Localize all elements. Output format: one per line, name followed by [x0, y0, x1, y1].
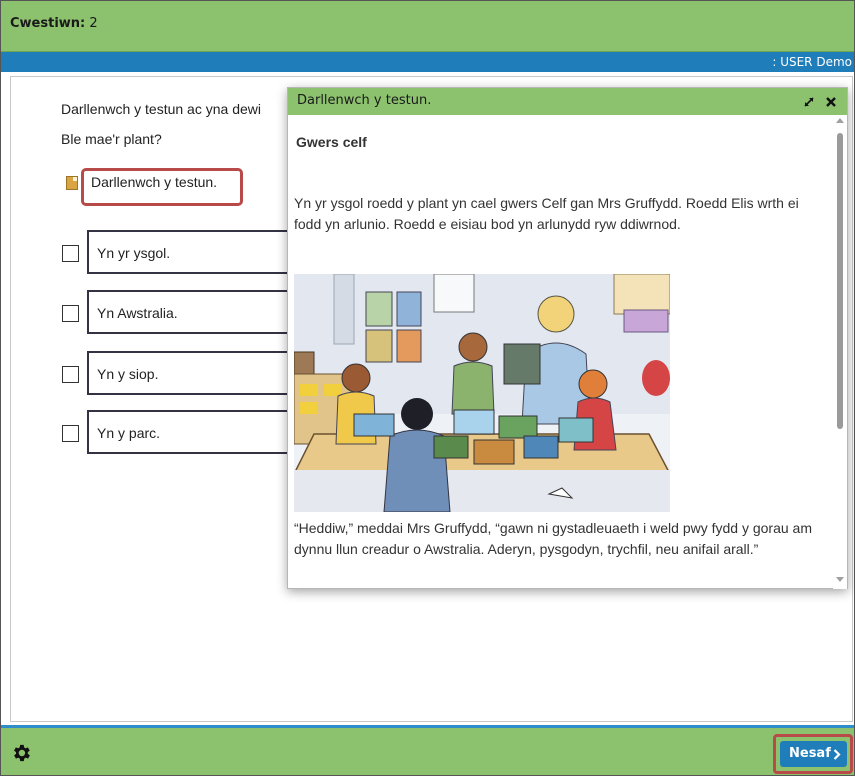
option-label: Yn y siop. [97, 366, 159, 382]
option-label: Yn y parc. [97, 425, 161, 441]
gear-icon[interactable] [10, 742, 32, 764]
story-paragraph-1: Yn yr ysgol roedd y plant yn cael gwers … [294, 195, 799, 232]
option-2[interactable]: Yn Awstralia. [87, 290, 292, 334]
option-4[interactable]: Yn y parc. [87, 410, 292, 454]
footer-bar: Nesaf [1, 725, 854, 775]
chevron-right-icon [833, 749, 841, 760]
scroll-up-arrow[interactable] [836, 118, 844, 123]
document-icon[interactable] [66, 176, 78, 190]
question-text: Ble mae'r plant? [61, 131, 162, 147]
question-label: Cwestiwn: [10, 16, 86, 31]
option-checkbox-3[interactable] [62, 366, 79, 383]
popup-title: Darllenwch y testun. [297, 93, 432, 108]
expand-icon[interactable] [802, 95, 816, 109]
scroll-thumb[interactable] [837, 133, 843, 429]
story-paragraph-2: “Heddiw,” meddai Mrs Gruffydd, “gawn ni … [294, 520, 812, 557]
scroll-down-arrow[interactable] [836, 577, 844, 582]
question-number: 2 [89, 16, 98, 31]
option-checkbox-4[interactable] [62, 425, 79, 442]
header-bar: Cwestiwn: 2 [1, 1, 854, 52]
question-indicator: Cwestiwn: 2 [10, 16, 98, 31]
popup-scrollbar[interactable] [833, 115, 847, 589]
instruction-text: Darllenwch y testun ac yna dewi [61, 101, 261, 117]
reading-popup: Darllenwch y testun. Gwers celf Yn yr ys… [287, 87, 848, 589]
user-bar: : USER Demo [1, 52, 854, 72]
option-checkbox-1[interactable] [62, 245, 79, 262]
option-label: Yn Awstralia. [97, 305, 178, 321]
next-button[interactable]: Nesaf [780, 741, 847, 767]
option-checkbox-2[interactable] [62, 305, 79, 322]
next-highlight: Nesaf [773, 734, 853, 774]
close-icon[interactable] [824, 95, 838, 109]
story-title: Gwers celf [296, 134, 367, 150]
option-label: Yn yr ysgol. [97, 245, 171, 261]
classroom-illustration [294, 274, 670, 512]
popup-header[interactable]: Darllenwch y testun. [288, 88, 847, 115]
user-name: : USER Demo [772, 55, 852, 69]
read-text-highlight [81, 168, 243, 206]
next-label: Nesaf [789, 746, 831, 761]
option-1[interactable]: Yn yr ysgol. [87, 230, 292, 274]
option-3[interactable]: Yn y siop. [87, 351, 292, 395]
popup-body: Gwers celf Yn yr ysgol roedd y plant yn … [288, 115, 833, 589]
